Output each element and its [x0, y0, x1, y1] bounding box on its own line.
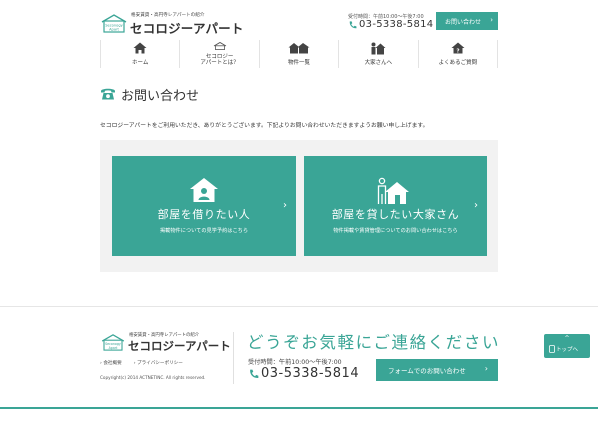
- landlord-card-title: 部屋を貸したい大家さん: [331, 208, 460, 221]
- footer-logo-house-icon[interactable]: Seconogy Apart: [100, 333, 126, 351]
- svg-text:?: ?: [456, 49, 459, 55]
- footer-link-company[interactable]: › 会社概要: [100, 360, 122, 366]
- page-title: お問い合わせ: [121, 89, 200, 104]
- phone-icon: [349, 21, 357, 29]
- landlord-house-icon: [377, 177, 409, 204]
- copyright: Copyright(c) 2014 ACTNETINC. All rights …: [100, 375, 206, 380]
- svg-text:Apart: Apart: [109, 28, 119, 32]
- chevron-right-icon: ›: [283, 200, 287, 211]
- nav-item-properties[interactable]: 物件一覧: [258, 40, 338, 68]
- header-contact-label: お問い合わせ: [445, 18, 482, 26]
- header-contact-button[interactable]: お問い合わせ ›: [436, 12, 498, 30]
- footer-headline: どうぞお気軽にご連絡ください: [247, 333, 501, 352]
- site-logo-text[interactable]: セコロジーアパート: [130, 18, 244, 37]
- house-logo-icon: [213, 42, 226, 50]
- landlord-contact-card[interactable]: 部屋を貸したい大家さん 物件掲載や賃貸管理についてのお問い合わせはこちら ›: [304, 156, 487, 256]
- home-icon: [133, 42, 147, 54]
- chevron-right-icon: ›: [474, 200, 478, 211]
- nav-item-home[interactable]: ホーム: [100, 40, 179, 68]
- faq-house-icon: ?: [451, 42, 465, 54]
- chevron-right-icon: ›: [484, 364, 488, 373]
- tenant-contact-card[interactable]: 部屋を借りたい人 掲載物件についての見学予約はこちら ›: [112, 156, 296, 256]
- bottom-accent-bar: [0, 407, 598, 409]
- nav-label-home: ホーム: [132, 60, 149, 66]
- tenant-card-subtitle: 掲載物件についての見学予約はこちら: [159, 228, 249, 234]
- nav-item-landlord[interactable]: 大家さんへ: [338, 40, 417, 68]
- header-phone-number[interactable]: 03-5338-5814: [359, 19, 433, 30]
- footer-link-privacy[interactable]: › プライバシーポリシー: [134, 360, 183, 366]
- footer-logo-text[interactable]: セコロジーアパート: [128, 338, 231, 354]
- chevron-up-icon: ^: [564, 335, 570, 342]
- phone-mini-icon: [549, 345, 555, 353]
- phone-icon: [250, 369, 259, 378]
- logo-house-icon[interactable]: Seconogy Apart: [100, 13, 128, 33]
- footer-vertical-divider: [233, 332, 234, 384]
- footer-hours: 受付時間：午前10:00〜午後7:00: [248, 359, 342, 366]
- intro-text: セコロジーアパートをご利用いただき、ありがとうございます。下記よりお問い合わせい…: [100, 123, 429, 129]
- global-nav: ホーム セコロジー アパートとは？ 物件一覧 大家さんへ ? よくあるご質問: [100, 40, 499, 68]
- tenant-house-icon: [190, 178, 218, 202]
- footer-phone-number[interactable]: 03-5338-5814: [261, 366, 359, 381]
- nav-item-about[interactable]: セコロジー アパートとは？: [179, 40, 258, 68]
- form-contact-label: フォームでのお問い合わせ: [388, 367, 466, 375]
- nav-label-landlord: 大家さんへ: [364, 60, 393, 66]
- nav-label-properties: 物件一覧: [288, 60, 311, 66]
- svg-text:Apart: Apart: [109, 346, 119, 350]
- back-to-top-label: トップへ: [556, 347, 579, 353]
- chevron-right-icon: ›: [490, 16, 493, 24]
- nav-item-faq[interactable]: ? よくあるご質問: [417, 40, 499, 68]
- form-contact-button[interactable]: フォームでのお問い合わせ ›: [376, 359, 498, 381]
- landlord-card-subtitle: 物件掲載や賃貸管理についてのお問い合わせはこちら: [333, 228, 458, 234]
- telephone-icon: [101, 88, 115, 100]
- footer-links: › 会社概要 › プライバシーポリシー: [100, 360, 183, 366]
- landlord-icon: [371, 42, 386, 55]
- tenant-card-title: 部屋を借りたい人: [157, 208, 251, 221]
- back-to-top-button[interactable]: ^ トップへ: [544, 334, 590, 358]
- footer-divider: [0, 306, 598, 307]
- nav-label-faq: よくあるご質問: [438, 60, 478, 66]
- nav-label-about: セコロジー アパートとは？: [200, 54, 239, 66]
- buildings-icon: [288, 43, 310, 54]
